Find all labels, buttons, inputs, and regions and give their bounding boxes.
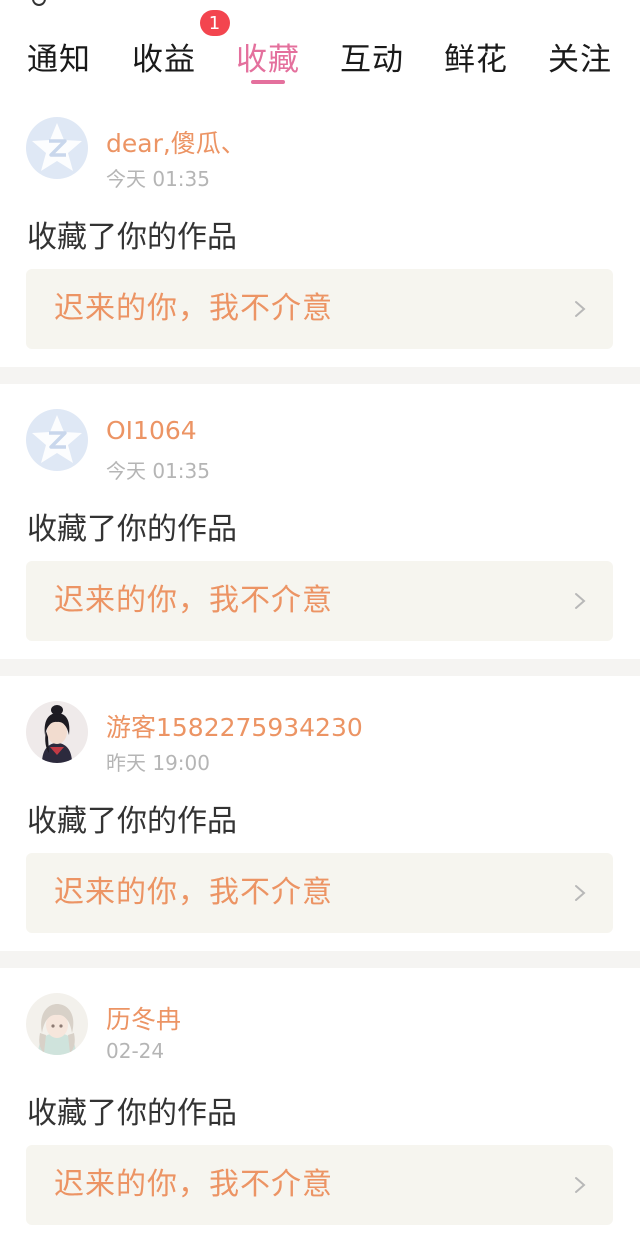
tab-favorites[interactable]: 收藏 [229,20,307,92]
chevron-right-icon [575,885,586,901]
timestamp: 今天 01:35 [106,167,210,191]
username-link[interactable]: 历冬冉 [106,1000,181,1036]
work-link[interactable]: 迟来的你，我不介意 [26,269,613,349]
tab-flowers[interactable]: 鲜花 [437,20,515,92]
tab-label: 互动 [340,41,404,78]
tab-interaction[interactable]: 互动 [333,20,411,92]
list-item: dear,傻瓜、 今天 01:35 收藏了你的作品 迟来的你，我不介意 [0,92,640,367]
activity-text: 收藏了你的作品 [27,804,237,839]
tab-following[interactable]: 关注 [541,20,619,92]
work-link[interactable]: 迟来的你，我不介意 [26,561,613,641]
divider [0,951,640,968]
default-avatar-icon[interactable] [26,409,88,471]
username-link[interactable]: 游客1582275934230 [106,708,363,744]
user-photo-avatar[interactable] [26,993,88,1055]
timestamp: 02-24 [106,1039,165,1063]
activity-text: 收藏了你的作品 [27,512,237,547]
tab-bar: 通知 收益 1 收藏 互动 鲜花 关注 [0,10,640,92]
list-item: 历冬冉 02-24 收藏了你的作品 迟来的你，我不介意 [0,968,640,1243]
tab-label: 关注 [548,41,612,78]
activity-text: 收藏了你的作品 [27,220,237,255]
work-title: 迟来的你，我不介意 [54,291,333,326]
tab-label: 收益 [132,41,196,78]
activity-text: 收藏了你的作品 [27,1096,237,1131]
unread-badge: 1 [200,10,230,36]
chevron-right-icon [575,1177,586,1193]
chevron-right-icon [575,301,586,317]
user-photo-avatar[interactable] [26,701,88,763]
list-item: OI1064 今天 01:35 收藏了你的作品 迟来的你，我不介意 [0,384,640,659]
work-title: 迟来的你，我不介意 [54,583,333,618]
tab-label: 鲜花 [444,41,508,78]
username-link[interactable]: OI1064 [106,416,197,445]
username-link[interactable]: dear,傻瓜、 [106,124,246,160]
tab-label: 通知 [27,41,91,78]
divider [0,659,640,676]
default-avatar-icon[interactable] [26,117,88,179]
tab-label: 收藏 [236,41,300,78]
work-title: 迟来的你，我不介意 [54,1167,333,1202]
divider [0,367,640,384]
tab-notifications[interactable]: 通知 [20,20,98,92]
work-link[interactable]: 迟来的你，我不介意 [26,1145,613,1225]
list-item: 游客1582275934230 昨天 19:00 收藏了你的作品 迟来的你，我不… [0,676,640,951]
work-link[interactable]: 迟来的你，我不介意 [26,853,613,933]
timestamp: 今天 01:35 [106,459,210,483]
status-icon [32,0,46,6]
active-tab-indicator [251,80,285,84]
timestamp: 昨天 19:00 [106,751,210,775]
status-bar-remnant [0,0,640,21]
chevron-right-icon [575,593,586,609]
work-title: 迟来的你，我不介意 [54,875,333,910]
favorites-feed: dear,傻瓜、 今天 01:35 收藏了你的作品 迟来的你，我不介意 OI10… [0,92,640,1243]
tab-earnings[interactable]: 收益 1 [125,10,230,92]
